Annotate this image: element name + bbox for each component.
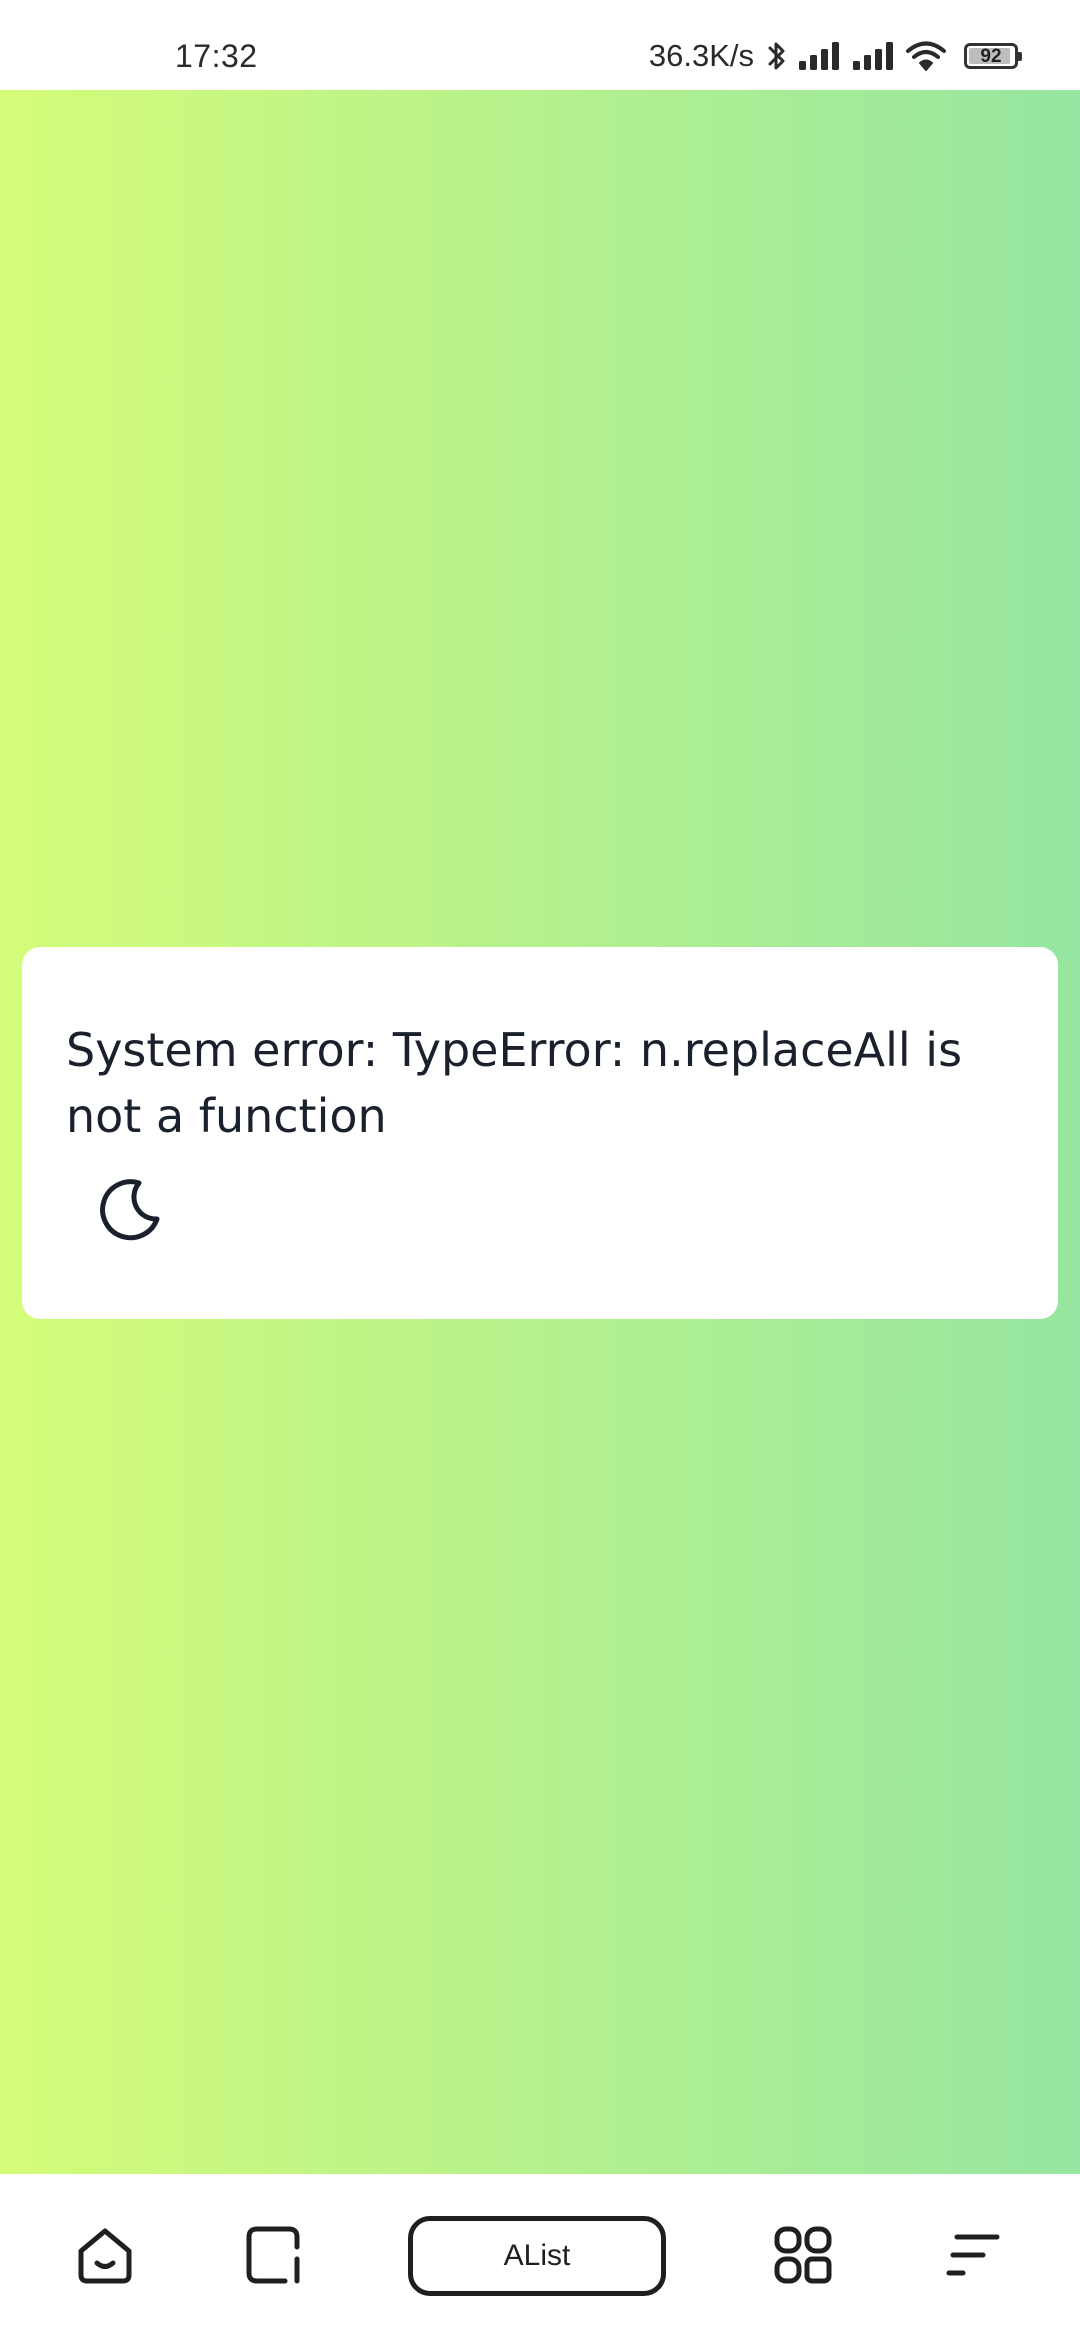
- screen: 17:32 36.3K/s 92 System error: TypeError…: [0, 0, 1080, 2340]
- bluetooth-icon: [766, 39, 788, 73]
- moon-icon[interactable]: [92, 1172, 168, 1248]
- status-bar: 17:32 36.3K/s 92: [0, 0, 1080, 90]
- menu-icon[interactable]: [938, 2220, 1008, 2290]
- wifi-icon: [906, 40, 946, 72]
- tabs-icon[interactable]: [238, 2220, 308, 2290]
- bottom-nav: AList: [0, 2174, 1080, 2340]
- status-indicators: 36.3K/s 92: [648, 36, 1022, 76]
- apps-grid-icon[interactable]: [768, 2220, 838, 2290]
- battery-level: 92: [980, 45, 1002, 67]
- battery-icon: 92: [964, 43, 1022, 69]
- home-icon[interactable]: [70, 2220, 140, 2290]
- network-speed: 36.3K/s: [648, 38, 754, 73]
- signal-icon: [852, 41, 896, 71]
- error-card: System error: TypeError: n.replaceAll is…: [22, 947, 1058, 1319]
- error-message: System error: TypeError: n.replaceAll is…: [66, 1023, 963, 1143]
- status-time: 17:32: [175, 38, 258, 74]
- main-content: System error: TypeError: n.replaceAll is…: [0, 90, 1080, 2174]
- signal-icon: [798, 41, 842, 71]
- site-title-button[interactable]: AList: [408, 2216, 666, 2296]
